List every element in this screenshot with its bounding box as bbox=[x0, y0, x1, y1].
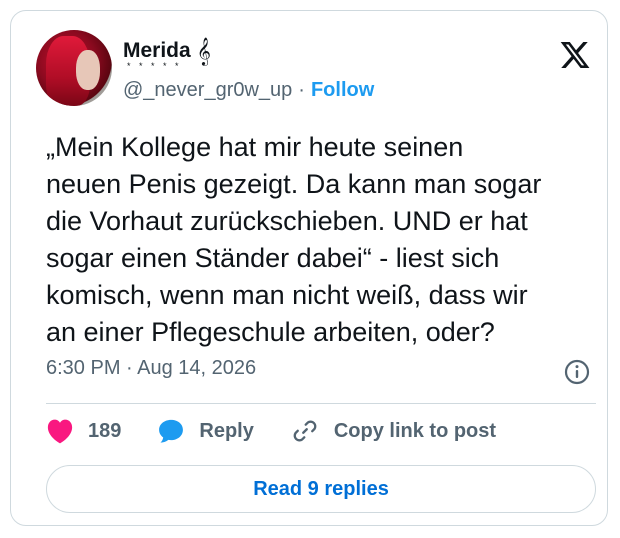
link-icon bbox=[293, 420, 317, 442]
avatar-face bbox=[76, 50, 100, 90]
divider bbox=[46, 403, 596, 404]
author-display-name[interactable]: Merida bbox=[123, 39, 191, 63]
copy-link-label: Copy link to post bbox=[333, 419, 497, 442]
tweet-timestamp[interactable]: 6:30 PM · Aug 14, 2026 bbox=[46, 357, 256, 380]
handle-separator: · bbox=[298, 79, 305, 101]
like-button[interactable]: 189 bbox=[46, 418, 121, 444]
author-handle[interactable]: @_never_gr0w_up bbox=[123, 79, 292, 102]
name-stars-decoration: * * * * * bbox=[127, 61, 182, 71]
author-name-row: Merida 𝄞 bbox=[123, 39, 211, 63]
tweet-card: Merida 𝄞 * * * * * @_never_gr0w_up · Fol… bbox=[10, 10, 608, 526]
reply-label: Reply bbox=[199, 419, 254, 442]
author-handle-row: @_never_gr0w_up · Follow bbox=[123, 79, 374, 102]
tweet-text: „Mein Kollege hat mir heute seinen neuen… bbox=[46, 132, 542, 347]
x-logo-icon[interactable] bbox=[559, 39, 591, 71]
reply-bubble-icon bbox=[159, 419, 184, 443]
treble-clef-icon: 𝄞 bbox=[196, 37, 211, 65]
read-replies-button[interactable]: Read 9 replies bbox=[46, 465, 596, 513]
tweet-actions: 189 Reply Copy link to post bbox=[46, 417, 532, 445]
info-icon[interactable] bbox=[563, 358, 591, 386]
heart-icon bbox=[47, 419, 73, 444]
avatar[interactable] bbox=[36, 30, 112, 106]
follow-button[interactable]: Follow bbox=[311, 79, 374, 102]
reply-button[interactable]: Reply bbox=[157, 417, 254, 445]
likes-count: 189 bbox=[88, 419, 122, 442]
copy-link-button[interactable]: Copy link to post bbox=[290, 417, 496, 445]
